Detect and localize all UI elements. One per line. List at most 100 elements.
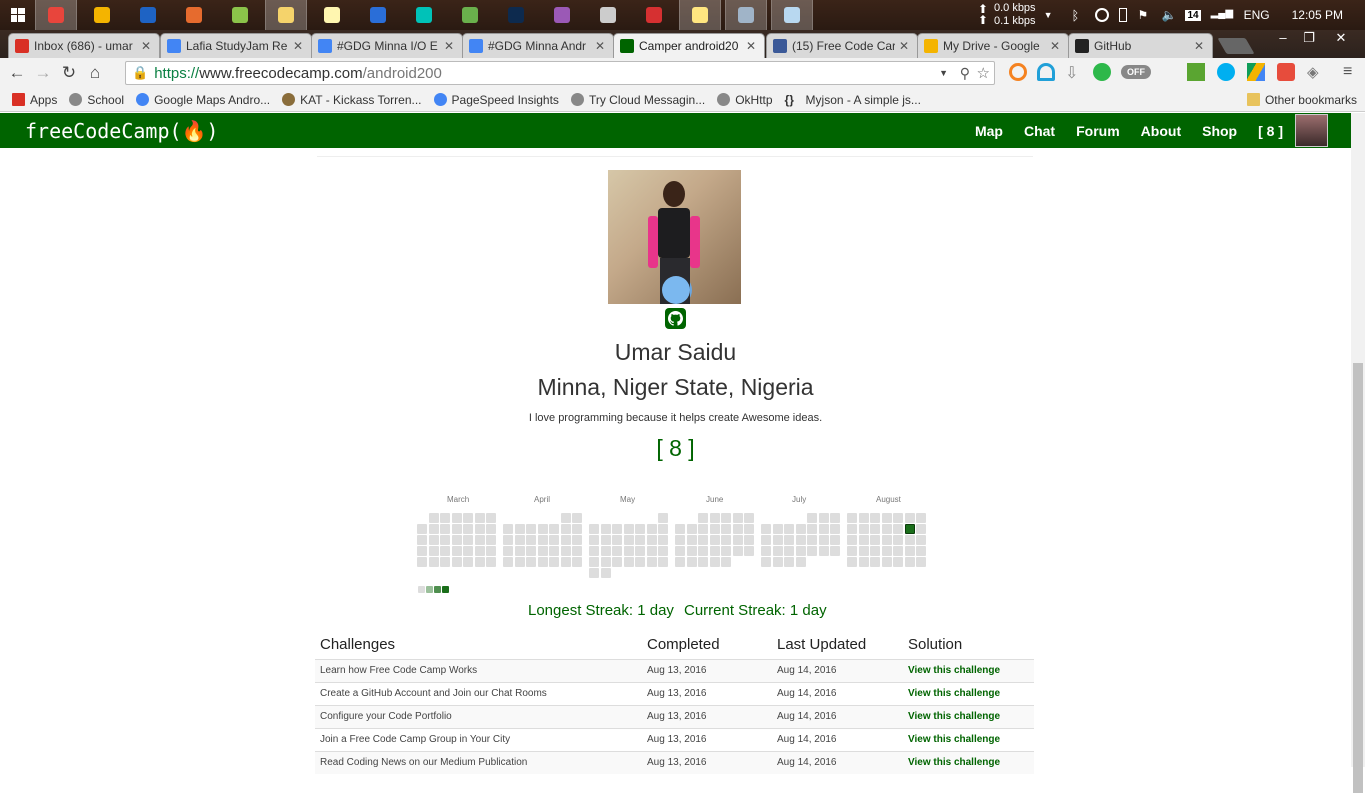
tab-close-icon[interactable]: ✕: [1194, 39, 1204, 53]
tab-5[interactable]: (15) Free Code Car ✕: [766, 33, 918, 58]
tab-close-icon[interactable]: ✕: [141, 39, 151, 53]
calendar-badge[interactable]: 14: [1185, 9, 1201, 21]
taskbar-app-6[interactable]: [312, 0, 352, 30]
bookmark-3[interactable]: KAT - Kickass Torren...: [282, 93, 422, 107]
battery-icon[interactable]: [1119, 8, 1128, 22]
fcc-logo[interactable]: freeCodeCamp(🔥): [25, 119, 218, 143]
tab-3[interactable]: #GDG Minna Andr ✕: [462, 33, 614, 58]
off-toggle[interactable]: OFF: [1121, 65, 1151, 79]
chrome-menu-icon[interactable]: ≡: [1343, 63, 1361, 81]
download-icon[interactable]: ⇩: [1065, 63, 1083, 82]
paint-bucket-icon[interactable]: ◈: [1307, 63, 1325, 81]
taskbar-app-1[interactable]: [82, 0, 122, 30]
bookmark-5[interactable]: Try Cloud Messagin...: [570, 93, 705, 107]
new-tab-button[interactable]: [1217, 38, 1255, 54]
forward-arrow-icon[interactable]: →: [30, 63, 56, 83]
search-icon[interactable]: ⚲: [960, 65, 970, 82]
nav-about[interactable]: About: [1141, 123, 1181, 139]
view-challenge-link[interactable]: View this challenge: [903, 704, 1034, 728]
network-speed: 0.0 kbps 0.1 kbps: [994, 2, 1036, 28]
taskbar-app-5[interactable]: [265, 0, 307, 31]
heatmap-cell: [881, 513, 892, 523]
taskbar-app-13[interactable]: [634, 0, 674, 30]
extension-c-icon[interactable]: [1009, 63, 1027, 81]
tab-1[interactable]: Lafia StudyJam Re ✕: [160, 33, 312, 58]
nav-shop[interactable]: Shop: [1202, 123, 1237, 139]
heatmap-cell: [709, 524, 720, 534]
taskbar-app-9[interactable]: [450, 0, 490, 30]
heatmap-cell: [451, 513, 462, 523]
bookmark-1[interactable]: School: [69, 93, 124, 107]
taskbar-app-15[interactable]: [725, 0, 767, 31]
taskbar-app-8[interactable]: [404, 0, 444, 30]
taskbar-app-7[interactable]: [358, 0, 398, 30]
tab-close-icon[interactable]: ✕: [595, 39, 605, 53]
signal-icon[interactable]: ▂▄▆: [1211, 8, 1233, 22]
close-window-button[interactable]: ✕: [1324, 30, 1358, 50]
reload-icon[interactable]: ↻: [56, 63, 82, 83]
language-indicator[interactable]: ENG: [1244, 8, 1270, 22]
evernote-icon[interactable]: [1187, 63, 1205, 81]
other-bookmarks[interactable]: Other bookmarks: [1246, 93, 1357, 107]
nav-forum[interactable]: Forum: [1076, 123, 1120, 139]
tab-7[interactable]: GitHub ✕: [1068, 33, 1213, 58]
page-scrollbar[interactable]: [1351, 113, 1365, 793]
tab-4[interactable]: Camper android20 ✕: [613, 33, 765, 58]
taskbar-app-2[interactable]: [128, 0, 168, 30]
taskbar-app-10[interactable]: [496, 0, 536, 30]
tab-close-icon[interactable]: ✕: [444, 39, 454, 53]
restore-button[interactable]: ❐: [1292, 30, 1326, 50]
photoshop-icon: [508, 7, 524, 23]
taskbar-app-4[interactable]: [220, 0, 260, 30]
headphones-icon[interactable]: [1037, 63, 1055, 81]
extension-shield-icon[interactable]: [1277, 63, 1295, 81]
view-challenge-link[interactable]: View this challenge: [903, 727, 1034, 751]
bookmark-2[interactable]: Google Maps Andro...: [136, 93, 270, 107]
taskbar-app-16[interactable]: [771, 0, 813, 31]
view-challenge-link[interactable]: View this challenge: [903, 658, 1034, 682]
taskbar-app-0[interactable]: [35, 0, 77, 31]
bluetooth-icon[interactable]: ᛒ: [1071, 8, 1085, 23]
taskbar-app-14[interactable]: [679, 0, 721, 31]
view-challenge-link[interactable]: View this challenge: [903, 681, 1034, 705]
scrollbar-thumb[interactable]: [1353, 363, 1363, 793]
taskbar-app-11[interactable]: [542, 0, 582, 30]
bookmark-label: PageSpeed Insights: [451, 92, 559, 107]
tab-close-icon[interactable]: ✕: [899, 39, 909, 53]
volume-icon[interactable]: 🔈: [1161, 8, 1176, 22]
google-drive-icon[interactable]: [1247, 63, 1265, 81]
green-download-icon[interactable]: [1093, 63, 1111, 81]
windows-start-icon[interactable]: [0, 0, 36, 30]
user-avatar[interactable]: [1295, 114, 1328, 147]
heatmap-cell: [572, 546, 582, 556]
tab-close-icon[interactable]: ✕: [746, 39, 756, 53]
tray-overflow-icon[interactable]: ▼: [1044, 10, 1053, 20]
lock-icon[interactable]: 🔒: [132, 65, 148, 81]
dropdown-icon[interactable]: ▼: [939, 68, 948, 78]
skype-icon[interactable]: [1217, 63, 1235, 81]
bookmark-6[interactable]: OkHttp: [717, 93, 773, 107]
bookmark-star-icon[interactable]: ☆: [977, 64, 990, 82]
github-icon[interactable]: [665, 308, 686, 329]
address-bar[interactable]: 🔒 https://www.freecodecamp.com/android20…: [125, 61, 995, 85]
tab-2[interactable]: #GDG Minna I/O E ✕: [311, 33, 463, 58]
view-challenge-link[interactable]: View this challenge: [903, 750, 1034, 774]
bookmark-0[interactable]: Apps: [12, 93, 57, 107]
bookmark-4[interactable]: PageSpeed Insights: [433, 92, 559, 107]
flag-icon[interactable]: ⚑: [1137, 8, 1151, 22]
clock[interactable]: 12:05 PM: [1292, 8, 1343, 22]
nav-points[interactable]: [ 8 ]: [1258, 123, 1283, 139]
tab-close-icon[interactable]: ✕: [293, 39, 303, 53]
taskbar-app-3[interactable]: [174, 0, 214, 30]
wifi-sync-icon[interactable]: [1095, 8, 1110, 22]
home-icon[interactable]: ⌂: [82, 63, 108, 83]
tab-6[interactable]: My Drive - Google ✕: [917, 33, 1069, 58]
tab-close-icon[interactable]: ✕: [1050, 39, 1060, 53]
nav-map[interactable]: Map: [975, 123, 1003, 139]
bookmark-7[interactable]: {} Myjson - A simple js...: [785, 93, 921, 108]
taskbar-app-12[interactable]: [588, 0, 628, 30]
tab-0[interactable]: Inbox (686) - umar ✕: [8, 33, 160, 58]
heatmap-cell: [761, 546, 771, 556]
back-arrow-icon[interactable]: ←: [4, 63, 30, 83]
nav-chat[interactable]: Chat: [1024, 123, 1055, 139]
